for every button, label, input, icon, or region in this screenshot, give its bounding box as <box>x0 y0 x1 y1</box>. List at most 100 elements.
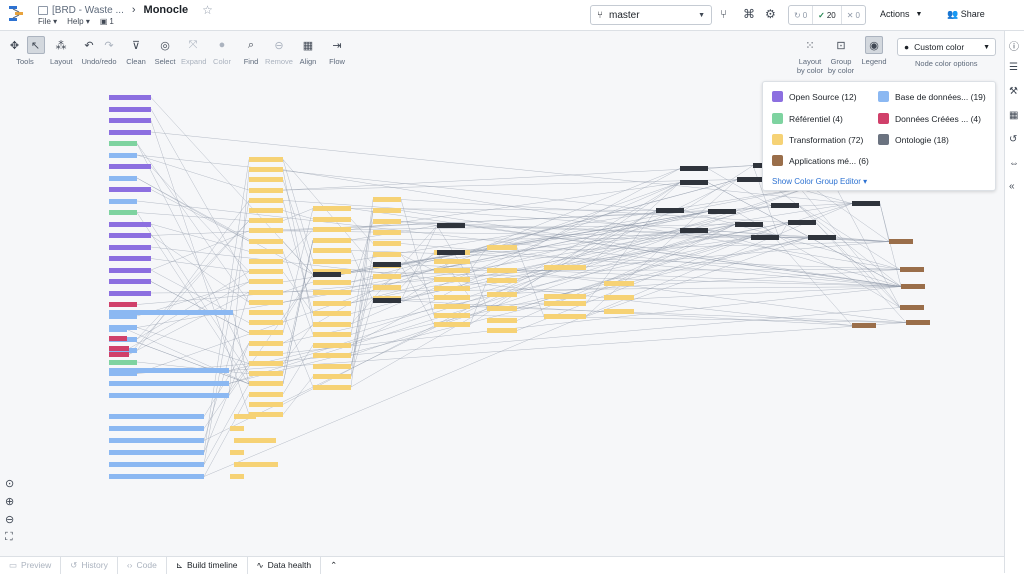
graph-node[interactable] <box>249 279 283 285</box>
graph-node[interactable] <box>249 361 283 366</box>
expand-panel-icon[interactable]: ⌃ <box>321 557 346 574</box>
zoom-out-icon[interactable]: ⊖ <box>5 513 14 526</box>
graph-node[interactable] <box>249 248 283 254</box>
resource-count[interactable]: ▣ 1 <box>100 17 114 26</box>
show-color-group-editor-link[interactable]: Show Color Group Editor ▾ <box>772 177 867 186</box>
graph-node[interactable] <box>109 244 151 250</box>
graph-node[interactable] <box>109 393 229 398</box>
graph-node[interactable] <box>434 313 470 318</box>
graph-node[interactable] <box>109 175 137 181</box>
clean-tool[interactable]: ⊽ Clean <box>125 36 147 67</box>
graph-node[interactable] <box>487 306 517 311</box>
graph-node[interactable] <box>434 295 470 300</box>
table-icon[interactable]: ▦ <box>1009 110 1018 121</box>
command-icon[interactable]: ⌘ <box>743 7 755 21</box>
graph-node[interactable] <box>109 164 151 169</box>
graph-node[interactable] <box>109 198 137 204</box>
graph-node[interactable] <box>313 342 351 348</box>
legend-tool[interactable]: ◉ Legend <box>860 36 888 66</box>
tab-preview[interactable]: ▭ Preview <box>0 556 62 574</box>
graph-node[interactable] <box>373 241 401 246</box>
graph-node[interactable] <box>373 285 401 290</box>
graph-node[interactable] <box>544 301 586 306</box>
graph-node[interactable] <box>109 210 137 215</box>
graph-node[interactable] <box>109 141 137 146</box>
graph-node[interactable] <box>249 310 283 315</box>
legend-item[interactable]: Base de données... (19) <box>878 91 986 102</box>
layout-by-color-tool[interactable]: ⁙ Layout by color <box>796 36 824 76</box>
align-tool[interactable]: ▦ Align <box>297 36 319 67</box>
graph-node[interactable] <box>313 363 351 369</box>
graph-node[interactable] <box>900 305 924 310</box>
graph-node[interactable] <box>313 374 351 379</box>
graph-node[interactable] <box>109 474 204 479</box>
graph-node[interactable] <box>313 227 351 232</box>
graph-node[interactable] <box>249 391 283 397</box>
fit-view-icon[interactable]: ⛶ <box>5 531 13 544</box>
graph-node[interactable] <box>249 289 283 295</box>
graph-node[interactable] <box>109 187 151 192</box>
graph-node[interactable] <box>313 206 351 211</box>
graph-node[interactable] <box>434 259 470 264</box>
graph-node[interactable] <box>901 284 925 289</box>
graph-node[interactable] <box>230 450 244 455</box>
legend-item[interactable]: Référentiel (4) <box>772 113 843 124</box>
graph-node[interactable] <box>249 330 283 336</box>
graph-node[interactable] <box>249 177 283 183</box>
graph-node[interactable] <box>434 277 470 282</box>
graph-node[interactable] <box>373 197 401 202</box>
gear-icon[interactable]: ⚙ <box>765 7 776 21</box>
graph-node[interactable] <box>109 368 229 373</box>
graph-node[interactable] <box>751 235 779 240</box>
graph-node[interactable] <box>249 238 283 244</box>
graph-node[interactable] <box>109 152 137 158</box>
graph-node[interactable] <box>771 203 799 208</box>
branch-selector[interactable]: ⑂ master ▼ <box>590 5 712 25</box>
info-icon[interactable]: ⓘ <box>1009 38 1019 53</box>
star-icon[interactable]: ☆ <box>202 3 213 17</box>
tab-build-timeline[interactable]: ⊾ Build timeline <box>167 556 248 574</box>
find-tool[interactable]: ⌕ Find <box>240 36 262 67</box>
collapse-icon[interactable]: « <box>1009 181 1015 192</box>
breadcrumb-parent[interactable]: [BRD - Waste ... <box>52 5 124 16</box>
select-tool[interactable]: ◎ Select <box>154 36 176 67</box>
graph-node[interactable] <box>313 258 351 264</box>
graph-node[interactable] <box>313 311 351 316</box>
graph-node[interactable] <box>109 106 151 112</box>
graph-node[interactable] <box>230 474 244 479</box>
graph-node[interactable] <box>109 310 233 315</box>
graph-node[interactable] <box>487 278 517 283</box>
graph-node[interactable] <box>249 381 283 387</box>
center-icon[interactable]: ⊙ <box>5 477 14 490</box>
graph-node[interactable] <box>313 384 351 390</box>
graph-node[interactable] <box>313 353 351 358</box>
tab-data-health[interactable]: ∿ Data health <box>248 556 322 574</box>
graph-node[interactable] <box>708 209 736 214</box>
graph-node[interactable] <box>434 286 470 291</box>
graph-node[interactable] <box>109 438 204 443</box>
graph-node[interactable] <box>109 352 129 357</box>
graph-node[interactable] <box>249 340 283 346</box>
graph-node[interactable] <box>109 267 151 273</box>
branches-icon[interactable]: ⑂ <box>720 7 727 21</box>
graph-node[interactable] <box>906 320 930 325</box>
graph-node[interactable] <box>604 295 634 300</box>
hammer-icon[interactable]: ⚒ <box>1009 86 1018 97</box>
graph-node[interactable] <box>249 187 283 193</box>
menu-help[interactable]: Help ▾ <box>67 17 90 26</box>
graph-node[interactable] <box>313 272 341 277</box>
graph-node[interactable] <box>109 346 129 351</box>
graph-node[interactable] <box>249 371 283 377</box>
legend-item[interactable]: Transformation (72) <box>772 134 863 145</box>
graph-node[interactable] <box>544 265 586 270</box>
graph-node[interactable] <box>434 268 470 273</box>
share-button[interactable]: 👥 Share <box>947 9 985 20</box>
graph-node[interactable] <box>249 320 283 326</box>
graph-node[interactable] <box>249 259 283 264</box>
layout-tool[interactable]: ⁂ Layout <box>50 36 73 67</box>
undo-icon[interactable]: ↶ <box>80 36 98 54</box>
graph-node[interactable] <box>313 321 351 327</box>
graph-node[interactable] <box>900 267 924 272</box>
legend-item[interactable]: Ontologie (18) <box>878 134 949 145</box>
graph-node[interactable] <box>230 426 244 431</box>
